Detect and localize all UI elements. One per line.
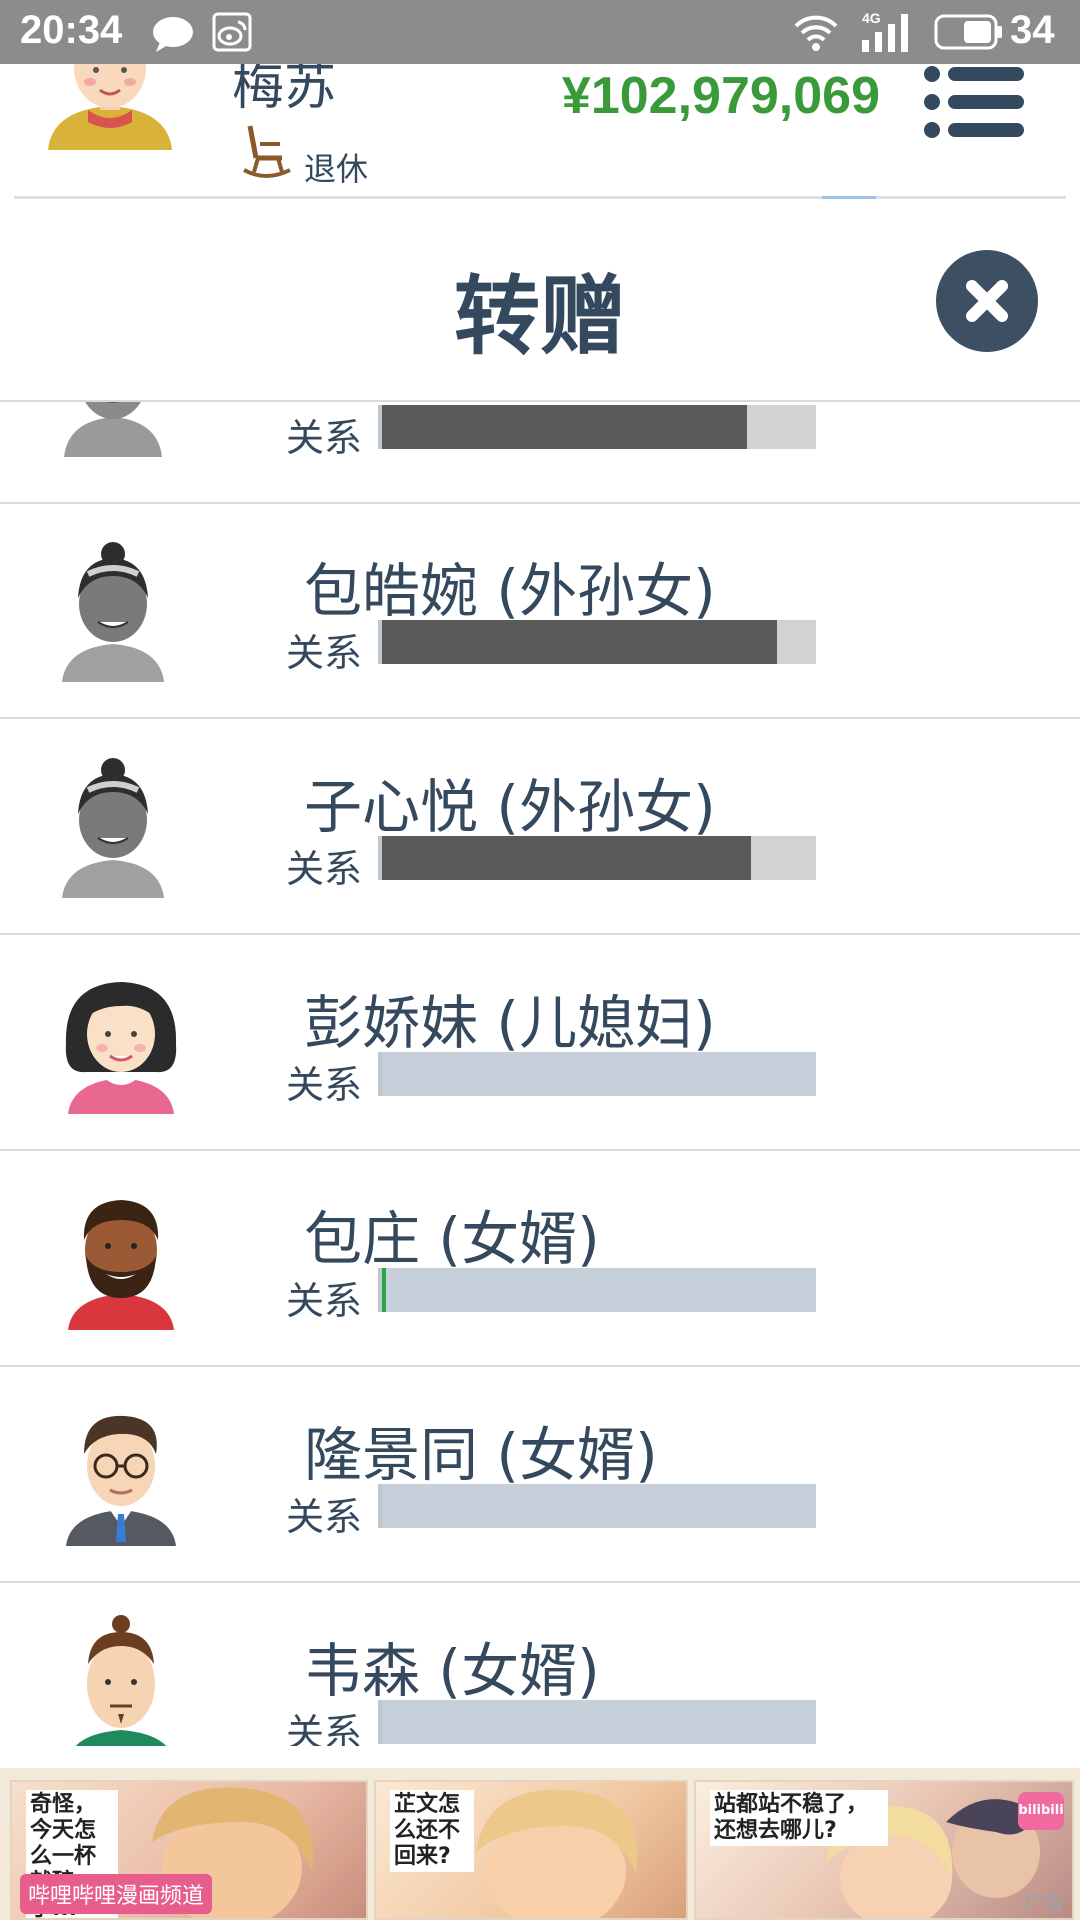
- battery-icon: [934, 12, 1004, 56]
- menu-button[interactable]: [922, 64, 1026, 140]
- relation-fill: [382, 620, 777, 664]
- rocking-chair-icon: [242, 122, 292, 186]
- battery-level: 34: [1010, 8, 1055, 52]
- header-accent: [822, 196, 876, 199]
- wifi-icon: [792, 12, 840, 56]
- bun-man-avatar: [58, 1612, 184, 1746]
- status-time: 20:34: [20, 8, 123, 52]
- relative-name: 彭娇妹 (儿媳妇): [304, 989, 716, 1057]
- relative-row[interactable]: 彭娇妹 (儿媳妇) 关系: [0, 934, 1080, 1151]
- network-type: 4G: [862, 10, 881, 26]
- message-icon: [150, 14, 196, 58]
- ad-banner[interactable]: 奇怪，今天怎么一杯就醉了... 哔哩哔哩漫画频道 芷文怎么还不回来? 站都站不稳…: [0, 1768, 1080, 1920]
- relative-row[interactable]: 隆景同 (女婿) 关系: [0, 1366, 1080, 1583]
- ad-caption-3: 站都站不稳了，还想去哪儿?: [710, 1790, 888, 1846]
- glasses-man-avatar: [58, 1396, 184, 1550]
- ad-channel-label: 哔哩哔哩漫画频道: [20, 1874, 213, 1914]
- relative-row[interactable]: 包皓婉 (外孙女) 关系: [0, 502, 1080, 719]
- close-icon: [966, 280, 1008, 322]
- relative-row[interactable]: 关系: [0, 402, 1080, 504]
- player-header: 梅苏 退休 ¥102,979,069: [0, 22, 1080, 199]
- relation-label: 关系: [286, 1711, 363, 1746]
- status-bar: 20:34 4G 34: [0, 0, 1080, 64]
- gray-elder-avatar: [58, 402, 168, 461]
- relation-label: 关系: [286, 1495, 363, 1539]
- gift-dialog-header: 转赠: [0, 200, 1080, 402]
- ad-comic-panel: 奇怪，今天怎么一杯就醉了... 哔哩哔哩漫画频道: [10, 1780, 368, 1920]
- money-display: ¥102,979,069: [561, 67, 880, 125]
- relation-label: 关系: [286, 1279, 363, 1323]
- relation-bar: [378, 1052, 816, 1096]
- relation-fill: [382, 1268, 386, 1312]
- screen: 20:34 4G 34 梅苏 退休 ¥102,979,069 转赠 关系 包皓婉…: [0, 0, 1080, 1920]
- relation-bar: [378, 620, 816, 664]
- relation-bar: [378, 1268, 816, 1312]
- relative-name: 子心悦 (外孙女): [304, 773, 716, 841]
- relation-fill: [382, 405, 747, 449]
- relative-row[interactable]: 韦森 (女婿) 关系: [0, 1582, 1080, 1746]
- relation-label: 关系: [286, 847, 363, 891]
- dialog-title: 转赠: [454, 267, 626, 367]
- relative-list[interactable]: 关系 包皓婉 (外孙女) 关系 子心悦 (外孙女) 关系 彭娇妹 (儿媳妇) 关…: [0, 402, 1080, 1746]
- close-button[interactable]: [936, 250, 1038, 352]
- relation-fill: [382, 836, 751, 880]
- relation-bar: [378, 405, 816, 449]
- header-divider: [14, 196, 1066, 199]
- bearded-man-avatar: [58, 1180, 184, 1334]
- bilibili-logo: bilibili: [1018, 1792, 1064, 1830]
- relation-label: 关系: [286, 1063, 363, 1107]
- relative-name: 包庄 (女婿): [304, 1205, 600, 1273]
- relation-bar: [378, 1700, 816, 1744]
- ad-comic-panel: 芷文怎么还不回来?: [374, 1780, 688, 1920]
- gray-girl-avatar: [58, 748, 168, 902]
- ad-tag: 广告: [1024, 1891, 1064, 1915]
- relative-row[interactable]: 包庄 (女婿) 关系: [0, 1150, 1080, 1367]
- weibo-icon: [212, 12, 252, 56]
- relation-label: 关系: [286, 631, 363, 675]
- player-status: 退休: [304, 150, 369, 188]
- woman-avatar: [58, 964, 184, 1118]
- relation-bar: [378, 1484, 816, 1528]
- relative-name: 隆景同 (女婿): [304, 1421, 658, 1489]
- menu-icon: [924, 66, 1024, 138]
- relation-bar: [378, 836, 816, 880]
- relation-label: 关系: [286, 416, 363, 460]
- relative-name: 韦森 (女婿): [304, 1637, 600, 1705]
- ad-comic-panel: 站都站不稳了，还想去哪儿? bilibili 广告: [694, 1780, 1074, 1920]
- ad-caption-2: 芷文怎么还不回来?: [390, 1790, 474, 1872]
- relative-name: 包皓婉 (外孙女): [304, 557, 716, 625]
- gray-girl-avatar: [58, 532, 168, 686]
- relative-row[interactable]: 子心悦 (外孙女) 关系: [0, 718, 1080, 935]
